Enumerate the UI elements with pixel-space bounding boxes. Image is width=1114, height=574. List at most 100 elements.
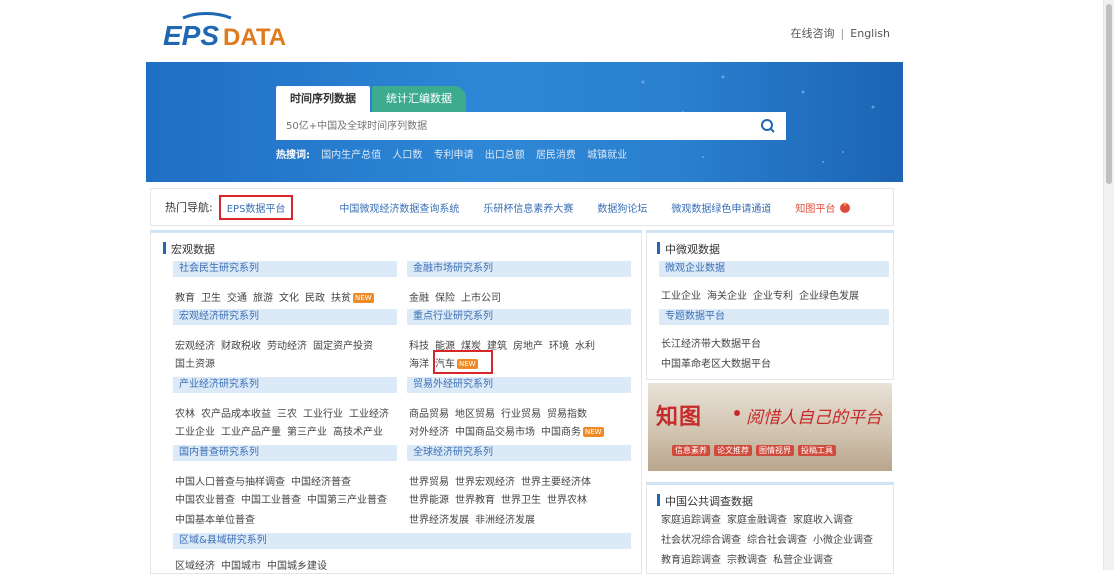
item[interactable]: 行业贸易: [501, 409, 541, 420]
item[interactable]: 教育追踪调查: [661, 555, 721, 566]
section-header[interactable]: 微观企业数据: [659, 261, 889, 277]
section-header[interactable]: 金融市场研究系列: [407, 261, 631, 277]
item[interactable]: 宗教调查: [727, 555, 767, 566]
item[interactable]: 世界教育: [455, 495, 495, 506]
item[interactable]: 中国工业普查: [241, 495, 301, 506]
search-input[interactable]: [276, 112, 756, 140]
micro-economic-query-link[interactable]: 中国微观经济数据查询系统: [339, 200, 459, 215]
item[interactable]: 房地产: [513, 341, 543, 352]
item[interactable]: 保险: [435, 293, 455, 304]
item[interactable]: 民政: [305, 293, 325, 304]
item[interactable]: 财政税收: [221, 341, 261, 352]
item[interactable]: 中国第三产业普查: [307, 495, 387, 506]
item[interactable]: 中国商品交易市场: [455, 427, 535, 438]
item[interactable]: 世界主要经济体: [521, 477, 591, 488]
item[interactable]: 工业产品产量: [221, 427, 281, 438]
item[interactable]: 中国城市: [221, 561, 261, 572]
item[interactable]: 非洲经济发展: [475, 515, 535, 526]
item[interactable]: 中国经济普查: [291, 477, 351, 488]
item[interactable]: 工业企业: [661, 291, 701, 302]
item[interactable]: 卫生: [201, 293, 221, 304]
micro-data-green-channel-link[interactable]: 微观数据绿色申请通道: [671, 200, 771, 215]
eps-platform-link[interactable]: EPS数据平台: [218, 194, 294, 220]
item[interactable]: 中国商务: [541, 427, 581, 438]
search-icon[interactable]: [760, 118, 776, 134]
item[interactable]: 工业行业: [303, 409, 343, 420]
section-header[interactable]: 社会民生研究系列: [173, 261, 397, 277]
page-scrollbar[interactable]: [1103, 0, 1114, 570]
item[interactable]: 商品贸易: [409, 409, 449, 420]
item[interactable]: 综合社会调查: [747, 535, 807, 546]
section-header[interactable]: 贸易外经研究系列: [407, 377, 631, 393]
zhitu-platform-link[interactable]: 知图平台: [795, 200, 835, 215]
section-header[interactable]: 产业经济研究系列: [173, 377, 397, 393]
scrollbar-thumb[interactable]: [1106, 4, 1112, 184]
item[interactable]: 中国农业普查: [175, 495, 235, 506]
item[interactable]: 中国人口普查与抽样调查: [175, 477, 285, 488]
hot-word[interactable]: 专利申请: [434, 150, 474, 161]
item[interactable]: 环境: [549, 341, 569, 352]
tab-statistical-compilation[interactable]: 统计汇编数据: [372, 86, 466, 112]
item[interactable]: 世界农林: [547, 495, 587, 506]
section-header[interactable]: 重点行业研究系列: [407, 309, 631, 325]
item[interactable]: 地区贸易: [455, 409, 495, 420]
hot-word[interactable]: 人口数: [392, 150, 422, 161]
item[interactable]: 国土资源: [175, 359, 215, 370]
item[interactable]: 企业专利: [753, 291, 793, 302]
item[interactable]: 区域经济: [175, 561, 215, 572]
item[interactable]: 工业企业: [175, 427, 215, 438]
hot-word[interactable]: 居民消费: [536, 150, 576, 161]
item[interactable]: 中国基本单位普查: [175, 515, 255, 526]
item[interactable]: 企业绿色发展: [799, 291, 859, 302]
item[interactable]: 长江经济带大数据平台: [661, 339, 761, 350]
item[interactable]: 中国城乡建设: [267, 561, 327, 572]
hot-word[interactable]: 出口总额: [485, 150, 525, 161]
item[interactable]: 世界卫生: [501, 495, 541, 506]
item[interactable]: 金融: [409, 293, 429, 304]
item[interactable]: 家庭金融调查: [727, 515, 787, 526]
item[interactable]: 上市公司: [461, 293, 501, 304]
section-header[interactable]: 国内普查研究系列: [173, 445, 397, 461]
hot-word[interactable]: 国内生产总值: [321, 150, 381, 161]
hot-word[interactable]: 城镇就业: [587, 150, 627, 161]
item[interactable]: 海关企业: [707, 291, 747, 302]
item[interactable]: 私营企业调查: [773, 555, 833, 566]
item[interactable]: 文化: [279, 293, 299, 304]
item[interactable]: 工业经济: [349, 409, 389, 420]
leyan-cup-link[interactable]: 乐研杯信息素养大赛: [483, 200, 573, 215]
item[interactable]: 宏观经济: [175, 341, 215, 352]
tab-time-series[interactable]: 时间序列数据: [276, 86, 370, 112]
item[interactable]: 中国革命老区大数据平台: [661, 359, 771, 370]
item[interactable]: 三农: [277, 409, 297, 420]
section-header[interactable]: 全球经济研究系列: [407, 445, 631, 461]
item[interactable]: 旅游: [253, 293, 273, 304]
item[interactable]: 水利: [575, 341, 595, 352]
zhitu-ad-banner[interactable]: 知图 阅惜人自己的平台 信息素养 论文推荐 图情视界 投稿工具: [648, 383, 892, 471]
eps-data-logo[interactable]: EPS DATA: [161, 12, 301, 52]
item[interactable]: 扶贫: [331, 293, 351, 304]
item[interactable]: 对外经济: [409, 427, 449, 438]
section-header[interactable]: 宏观经济研究系列: [173, 309, 397, 325]
item[interactable]: 海洋: [409, 359, 429, 370]
section-header[interactable]: 专题数据平台: [659, 309, 889, 325]
item[interactable]: 社会状况综合调查: [661, 535, 741, 546]
item[interactable]: 农林: [175, 409, 195, 420]
item[interactable]: 农产品成本收益: [201, 409, 271, 420]
item[interactable]: 交通: [227, 293, 247, 304]
item[interactable]: 固定资产投资: [313, 341, 373, 352]
item[interactable]: 世界经济发展: [409, 515, 469, 526]
item[interactable]: 世界能源: [409, 495, 449, 506]
item[interactable]: 高技术产业: [333, 427, 383, 438]
datadog-forum-link[interactable]: 数据狗论坛: [597, 200, 647, 215]
item[interactable]: 小微企业调查: [813, 535, 873, 546]
item[interactable]: 劳动经济: [267, 341, 307, 352]
item[interactable]: 教育: [175, 293, 195, 304]
item[interactable]: 贸易指数: [547, 409, 587, 420]
section-header[interactable]: 区域&县域研究系列: [173, 533, 631, 549]
online-consult-link[interactable]: 在线咨询: [791, 27, 835, 40]
item[interactable]: 家庭收入调查: [793, 515, 853, 526]
english-link[interactable]: English: [850, 27, 890, 40]
item[interactable]: 科技: [409, 341, 429, 352]
item[interactable]: 家庭追踪调查: [661, 515, 721, 526]
item[interactable]: 世界宏观经济: [455, 477, 515, 488]
